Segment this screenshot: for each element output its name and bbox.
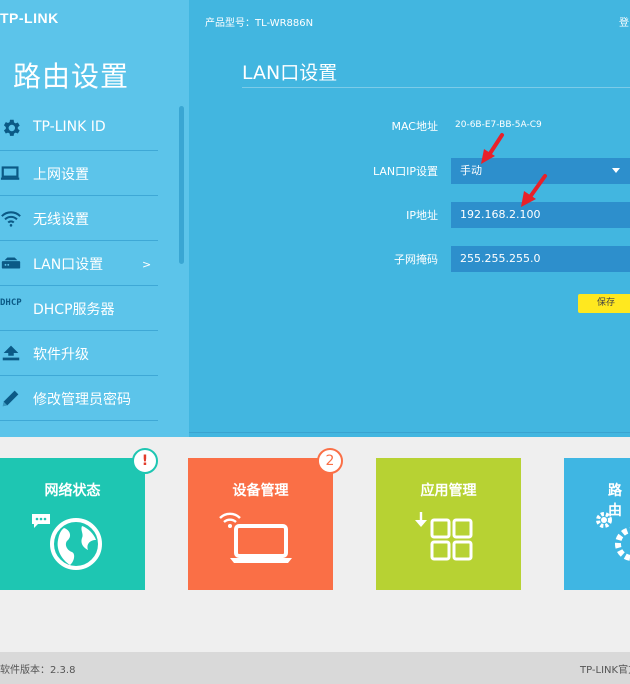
globe-icon bbox=[32, 514, 102, 570]
gear-icon bbox=[0, 115, 22, 141]
login-link[interactable]: 登 bbox=[619, 14, 629, 29]
laptop-icon bbox=[0, 160, 22, 186]
divider bbox=[0, 240, 158, 241]
sidebar-item-label: TP-LINK ID bbox=[33, 119, 106, 135]
gears-icon bbox=[596, 512, 630, 561]
alert-badge: ! bbox=[132, 448, 158, 474]
ip-label: IP地址 bbox=[406, 209, 438, 222]
lan-ip-label: LAN口IP设置 bbox=[372, 165, 438, 178]
footer: 软件版本：2.3.8 TP-LINK官方 bbox=[0, 652, 630, 684]
sidebar-item-label: 无线设置 bbox=[33, 212, 89, 228]
wifi-icon bbox=[0, 205, 22, 231]
upload-icon bbox=[0, 340, 22, 366]
software-version: 软件版本：2.3.8 bbox=[0, 665, 76, 676]
divider bbox=[189, 432, 630, 433]
sidebar-item-wireless[interactable]: 无线设置 bbox=[0, 197, 158, 241]
sidebar-item-password[interactable]: 修改管理员密码 bbox=[0, 377, 158, 421]
product-model: 产品型号：TL-WR886N bbox=[205, 18, 314, 29]
sidebar-scrollbar[interactable] bbox=[179, 106, 184, 264]
red-arrow-annotation bbox=[481, 133, 504, 164]
tp-link-logo: TP-LINK bbox=[0, 10, 59, 26]
tile-app-management[interactable]: 应用管理 bbox=[376, 458, 521, 590]
divider bbox=[242, 87, 630, 88]
divider bbox=[0, 150, 158, 151]
sidebar: TP-LINK 路由设置 TP-LINK ID 上网设置 无线设置 LAN口设置… bbox=[0, 0, 189, 437]
device-count-badge: 2 bbox=[317, 448, 343, 474]
laptop-wifi-icon bbox=[219, 512, 292, 563]
sidebar-item-label: 上网设置 bbox=[33, 167, 89, 183]
main-panel: TP-LINK 路由设置 TP-LINK ID 上网设置 无线设置 LAN口设置… bbox=[0, 0, 630, 437]
tile-label: 设备管理 bbox=[232, 483, 289, 499]
divider bbox=[0, 375, 158, 376]
sidebar-item-label: 软件升级 bbox=[33, 347, 89, 363]
apps-icon bbox=[415, 512, 473, 561]
mask-label: 子网掩码 bbox=[394, 253, 438, 266]
sidebar-item-tplink-id[interactable]: TP-LINK ID bbox=[0, 107, 158, 151]
dhcp-icon: DHCP bbox=[0, 298, 22, 308]
sidebar-item-upgrade[interactable]: 软件升级 bbox=[0, 332, 158, 376]
tile-device-management[interactable]: 2 设备管理 bbox=[188, 448, 343, 590]
sidebar-item-internet[interactable]: 上网设置 bbox=[0, 152, 158, 196]
tile-network-status[interactable]: ! 网络状态 bbox=[0, 448, 158, 590]
tile-router-settings[interactable]: 路由 bbox=[564, 458, 630, 590]
sidebar-item-label: LAN口设置 bbox=[33, 257, 104, 273]
sidebar-item-dhcp[interactable]: DHCP DHCP服务器 bbox=[0, 287, 158, 331]
sidebar-title: 路由设置 bbox=[13, 60, 130, 93]
divider bbox=[0, 330, 158, 331]
dropdown-caret-icon bbox=[612, 168, 620, 173]
divider bbox=[0, 285, 158, 286]
subnet-mask-input[interactable]: 255.255.255.0 bbox=[451, 246, 630, 272]
divider bbox=[0, 195, 158, 196]
pencil-icon bbox=[0, 385, 22, 411]
mac-label: MAC地址 bbox=[391, 120, 438, 133]
mac-value: 20-6B-E7-BB-5A-C9 bbox=[455, 120, 542, 130]
save-button[interactable]: 保存 bbox=[578, 294, 630, 313]
chevron-right-icon: > bbox=[142, 258, 152, 271]
sidebar-item-label: 修改管理员密码 bbox=[33, 392, 131, 408]
router-icon bbox=[0, 250, 22, 276]
page-title: LAN口设置 bbox=[242, 62, 338, 84]
sidebar-item-lan[interactable]: LAN口设置 > bbox=[0, 242, 158, 286]
official-site-link[interactable]: TP-LINK官方 bbox=[580, 661, 630, 676]
sidebar-item-label: DHCP服务器 bbox=[33, 302, 115, 318]
divider bbox=[0, 420, 158, 421]
red-arrow-annotation bbox=[521, 174, 547, 207]
tile-label: 网络状态 bbox=[44, 483, 101, 499]
tile-label: 应用管理 bbox=[420, 483, 477, 499]
